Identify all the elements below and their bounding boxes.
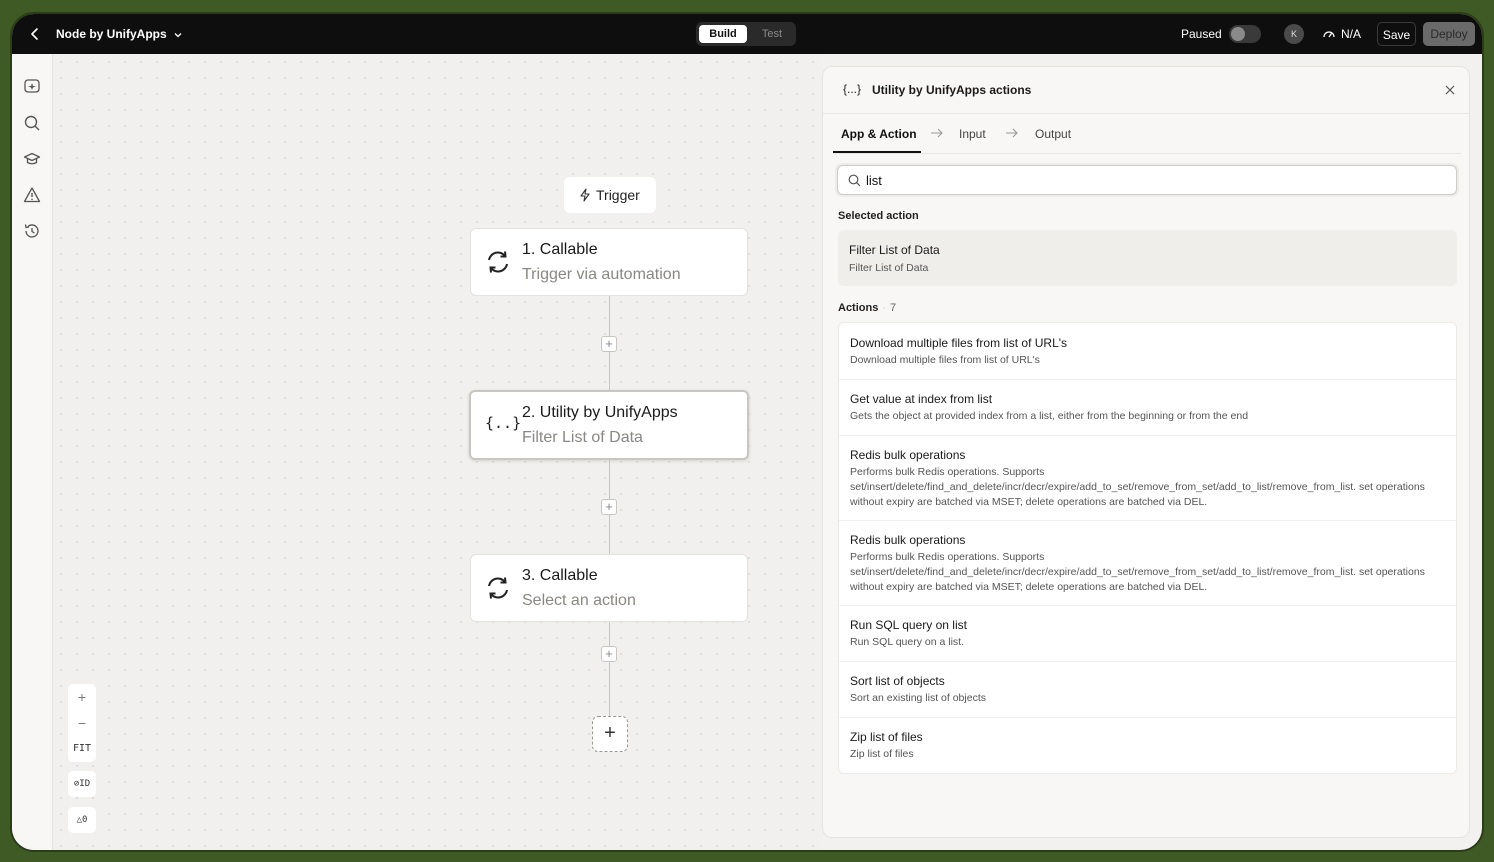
list-item[interactable]: Redis bulk operations Performs bulk Redi… xyxy=(839,435,1456,521)
app-title: Node by UnifyApps xyxy=(56,27,167,41)
paused-toggle[interactable] xyxy=(1229,25,1261,43)
action-title: Redis bulk operations xyxy=(850,448,966,462)
warnings-count: 0 xyxy=(82,815,88,825)
left-rail xyxy=(12,54,53,850)
tab-input[interactable]: Input xyxy=(959,127,986,141)
node-subtitle: Select an action xyxy=(522,592,636,609)
node-subtitle: Trigger via automation xyxy=(522,266,681,283)
workflow-node-1[interactable]: 1. Callable Trigger via automation xyxy=(470,228,748,296)
search-input[interactable] xyxy=(866,171,1446,189)
add-final-step-button[interactable]: + xyxy=(592,716,628,752)
search-icon[interactable] xyxy=(23,114,41,132)
panel-title: Utility by UnifyApps actions xyxy=(872,83,1032,97)
deploy-button[interactable]: Deploy xyxy=(1423,22,1475,46)
add-step-button[interactable]: + xyxy=(601,499,617,515)
connector-line xyxy=(609,622,610,716)
list-item[interactable]: Zip list of files Zip list of files xyxy=(839,717,1456,773)
app-window: Node by UnifyApps Build Test Paused K N/… xyxy=(12,14,1482,850)
save-button[interactable]: Save xyxy=(1377,22,1416,46)
graduation-cap-icon[interactable] xyxy=(23,150,41,168)
active-tab-indicator xyxy=(833,151,921,153)
fit-button[interactable]: FIT xyxy=(68,736,96,762)
workflow-node-2[interactable]: {..} 2. Utility by UnifyApps Filter List… xyxy=(469,390,749,460)
sparkle-chat-icon[interactable] xyxy=(23,78,41,96)
workflow-canvas[interactable]: Trigger 1. Callable Trigger via automati… xyxy=(53,54,823,850)
workflow-node-3[interactable]: 3. Callable Select an action xyxy=(470,554,748,622)
actions-section-label: Actions · 7 xyxy=(838,302,896,314)
panel-tabs: App & Action Input Output xyxy=(833,113,1461,154)
history-icon[interactable] xyxy=(23,222,41,240)
toggle-knob xyxy=(1231,27,1245,41)
chevron-down-icon xyxy=(174,32,182,38)
action-title: Get value at index from list xyxy=(850,392,993,406)
app-title-dropdown[interactable]: Node by UnifyApps xyxy=(56,27,183,41)
action-description: Sort an existing list of objects xyxy=(850,692,986,704)
back-arrow-icon[interactable] xyxy=(26,25,44,43)
action-description: Gets the object at provided index from a… xyxy=(850,410,1249,422)
action-title: Sort list of objects xyxy=(850,674,945,688)
list-item[interactable]: Run SQL query on list Run SQL query on a… xyxy=(839,605,1456,662)
action-description: Filter List of Data xyxy=(849,262,929,274)
action-title: Zip list of files xyxy=(850,730,923,744)
actions-panel: {...} Utility by UnifyApps actions App &… xyxy=(822,66,1470,838)
action-title: Download multiple files from list of URL… xyxy=(850,336,1068,350)
add-step-button[interactable]: + xyxy=(601,336,617,352)
zoom-out-button[interactable]: − xyxy=(68,710,96,736)
action-title: Filter List of Data xyxy=(849,243,940,257)
node-title: 3. Callable xyxy=(522,567,598,584)
actions-label: Actions xyxy=(838,302,879,314)
braces-icon: {..} xyxy=(485,414,522,432)
action-description: Download multiple files from list of URL… xyxy=(850,354,1040,366)
list-item[interactable]: Download multiple files from list of URL… xyxy=(839,323,1456,380)
arrow-right-icon xyxy=(931,128,943,138)
action-description: Run SQL query on a list. xyxy=(850,636,965,648)
action-description: Zip list of files xyxy=(850,748,914,760)
selected-action-label: Selected action xyxy=(838,210,919,222)
gauge-icon xyxy=(1323,31,1335,38)
paused-label: Paused xyxy=(1181,27,1222,41)
braces-icon: {...} xyxy=(843,82,862,96)
lightning-icon xyxy=(580,188,590,202)
search-box xyxy=(837,165,1457,195)
actions-count: 7 xyxy=(890,302,897,314)
search-icon xyxy=(848,174,861,187)
node-title: 2. Utility by UnifyApps xyxy=(522,404,678,421)
separator-dot: · xyxy=(882,302,887,314)
tab-app-action[interactable]: App & Action xyxy=(841,127,917,141)
tab-output[interactable]: Output xyxy=(1035,127,1071,141)
status-value: N/A xyxy=(1341,27,1362,41)
trigger-label: Trigger xyxy=(596,187,640,203)
warning-icon[interactable] xyxy=(23,186,41,204)
selected-action-card[interactable]: Filter List of Data Filter List of Data xyxy=(838,230,1457,286)
list-item[interactable]: Redis bulk operations Performs bulk Redi… xyxy=(839,520,1456,606)
id-toggle-label: ID xyxy=(79,779,91,789)
sync-icon xyxy=(488,577,508,599)
top-bar: Node by UnifyApps Build Test Paused K N/… xyxy=(12,14,1482,54)
warnings-button[interactable]: △0 xyxy=(68,807,96,833)
trigger-chip[interactable]: Trigger xyxy=(564,177,656,213)
id-toggle-button[interactable]: ⊘ID xyxy=(68,771,96,797)
actions-list: Download multiple files from list of URL… xyxy=(838,322,1457,774)
add-step-button[interactable]: + xyxy=(601,646,617,662)
node-title: 1. Callable xyxy=(522,241,598,258)
tab-test[interactable]: Test xyxy=(750,25,794,43)
arrow-right-icon xyxy=(1006,128,1018,138)
sync-icon xyxy=(488,251,508,273)
avatar[interactable]: K xyxy=(1284,24,1304,44)
node-subtitle: Filter List of Data xyxy=(522,429,643,446)
action-description: Performs bulk Redis operations. Supports… xyxy=(850,551,1425,593)
action-title: Redis bulk operations xyxy=(850,533,966,547)
list-item[interactable]: Get value at index from list Gets the ob… xyxy=(839,379,1456,436)
mode-switch: Build Test xyxy=(696,22,796,46)
action-description: Performs bulk Redis operations. Supports… xyxy=(850,466,1425,508)
zoom-in-button[interactable]: + xyxy=(68,684,96,710)
list-item[interactable]: Sort list of objects Sort an existing li… xyxy=(839,661,1456,718)
panel-header: {...} Utility by UnifyApps actions xyxy=(823,67,1469,114)
action-title: Run SQL query on list xyxy=(850,618,967,632)
zoom-controls: + − FIT xyxy=(68,684,96,762)
close-icon[interactable] xyxy=(1443,83,1457,97)
tab-build[interactable]: Build xyxy=(699,25,747,43)
